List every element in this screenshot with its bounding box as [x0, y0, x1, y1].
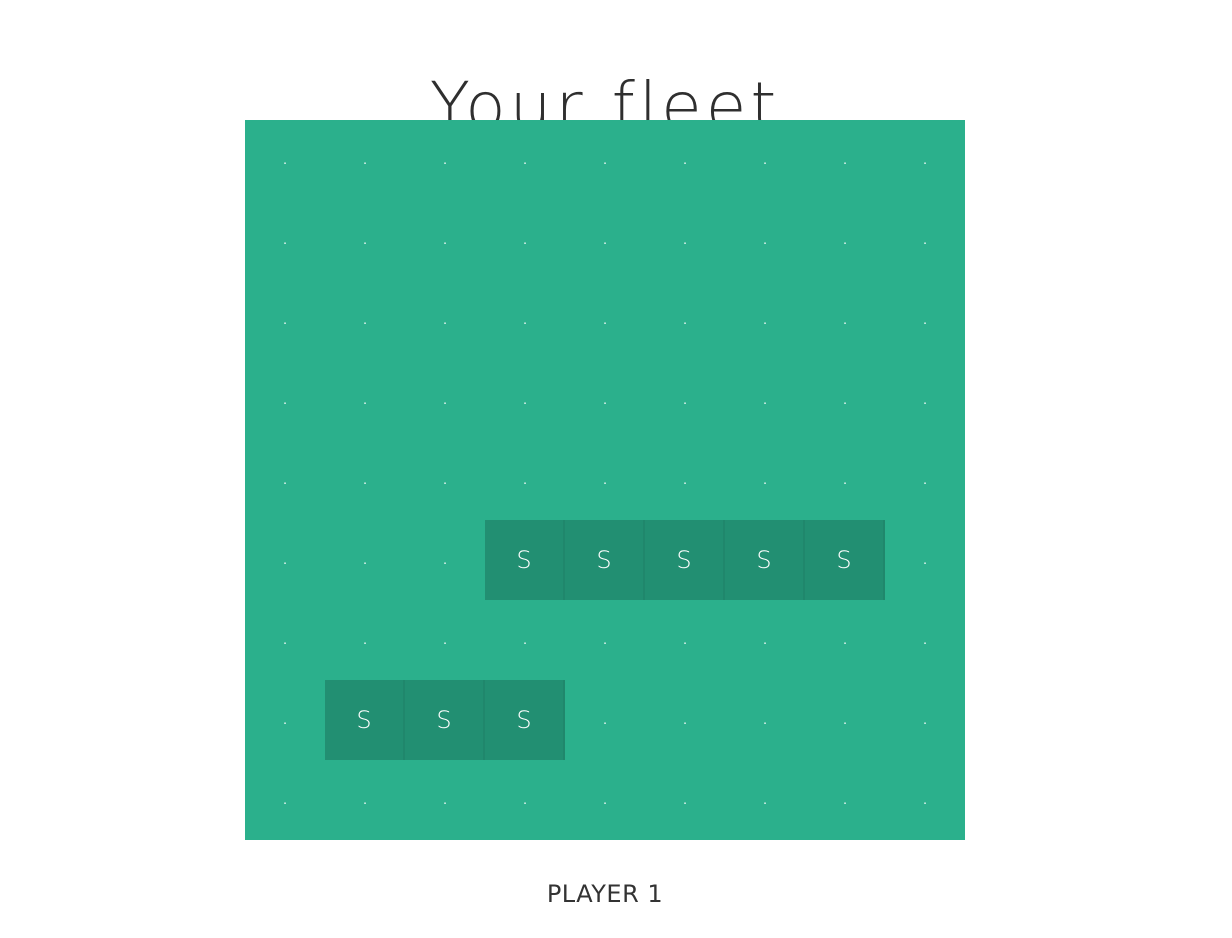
water-cell[interactable]: . [405, 760, 485, 840]
water-cell[interactable]: . [725, 680, 805, 760]
water-cell[interactable]: . [485, 600, 565, 680]
water-cell[interactable]: . [405, 600, 485, 680]
water-cell[interactable]: . [805, 360, 885, 440]
water-cell[interactable]: . [885, 600, 965, 680]
water-cell[interactable]: . [725, 120, 805, 200]
water-cell[interactable]: . [645, 760, 725, 840]
water-cell[interactable]: . [645, 280, 725, 360]
water-cell[interactable]: . [805, 120, 885, 200]
water-cell[interactable]: . [485, 200, 565, 280]
water-cell[interactable]: . [885, 280, 965, 360]
ship-cell[interactable]: S [565, 520, 645, 600]
ship-cell[interactable]: S [325, 680, 405, 760]
water-cell[interactable]: . [565, 360, 645, 440]
water-cell[interactable]: . [565, 200, 645, 280]
water-cell[interactable]: . [805, 600, 885, 680]
water-cell[interactable]: . [885, 360, 965, 440]
water-cell[interactable]: . [325, 520, 405, 600]
water-cell[interactable]: . [725, 600, 805, 680]
water-cell[interactable]: . [485, 360, 565, 440]
water-cell[interactable]: . [405, 360, 485, 440]
water-cell[interactable]: . [725, 440, 805, 520]
water-cell[interactable]: . [565, 440, 645, 520]
water-cell[interactable]: . [245, 520, 325, 600]
water-cell[interactable]: . [245, 680, 325, 760]
water-cell[interactable]: . [805, 680, 885, 760]
water-cell[interactable]: . [485, 280, 565, 360]
water-cell[interactable]: . [325, 360, 405, 440]
water-cell[interactable]: . [565, 280, 645, 360]
fleet-board: ........................................… [245, 120, 965, 840]
water-cell[interactable]: . [565, 760, 645, 840]
water-cell[interactable]: . [485, 440, 565, 520]
water-cell[interactable]: . [405, 120, 485, 200]
water-cell[interactable]: . [645, 200, 725, 280]
water-cell[interactable]: . [245, 120, 325, 200]
water-cell[interactable]: . [885, 760, 965, 840]
water-cell[interactable]: . [405, 200, 485, 280]
water-cell[interactable]: . [485, 120, 565, 200]
water-cell[interactable]: . [885, 440, 965, 520]
water-cell[interactable]: . [805, 280, 885, 360]
water-cell[interactable]: . [885, 520, 965, 600]
ship-cell[interactable]: S [485, 520, 565, 600]
water-cell[interactable]: . [645, 120, 725, 200]
water-cell[interactable]: . [565, 120, 645, 200]
ship-cell[interactable]: S [805, 520, 885, 600]
water-cell[interactable]: . [325, 760, 405, 840]
water-cell[interactable]: . [725, 280, 805, 360]
water-cell[interactable]: . [245, 280, 325, 360]
water-cell[interactable]: . [725, 360, 805, 440]
water-cell[interactable]: . [725, 760, 805, 840]
ship-cell[interactable]: S [725, 520, 805, 600]
water-cell[interactable]: . [645, 680, 725, 760]
water-cell[interactable]: . [645, 440, 725, 520]
water-cell[interactable]: . [885, 680, 965, 760]
player-label: PLAYER 1 [546, 880, 664, 908]
water-cell[interactable]: . [325, 280, 405, 360]
water-cell[interactable]: . [885, 200, 965, 280]
water-cell[interactable]: . [325, 440, 405, 520]
water-cell[interactable]: . [725, 200, 805, 280]
water-cell[interactable]: . [405, 440, 485, 520]
water-cell[interactable]: . [805, 760, 885, 840]
water-cell[interactable]: . [245, 600, 325, 680]
ship-cell[interactable]: S [485, 680, 565, 760]
water-cell[interactable]: . [245, 760, 325, 840]
water-cell[interactable]: . [405, 280, 485, 360]
water-cell[interactable]: . [565, 600, 645, 680]
water-cell[interactable]: . [805, 440, 885, 520]
water-cell[interactable]: . [245, 440, 325, 520]
water-cell[interactable]: . [405, 520, 485, 600]
ship-cell[interactable]: S [405, 680, 485, 760]
water-cell[interactable]: . [805, 200, 885, 280]
water-cell[interactable]: . [565, 680, 645, 760]
water-cell[interactable]: . [325, 120, 405, 200]
water-cell[interactable]: . [245, 200, 325, 280]
water-cell[interactable]: . [885, 120, 965, 200]
water-cell[interactable]: . [325, 600, 405, 680]
water-cell[interactable]: . [325, 200, 405, 280]
water-cell[interactable]: . [645, 600, 725, 680]
water-cell[interactable]: . [485, 760, 565, 840]
water-cell[interactable]: . [245, 360, 325, 440]
water-cell[interactable]: . [645, 360, 725, 440]
ship-cell[interactable]: S [645, 520, 725, 600]
